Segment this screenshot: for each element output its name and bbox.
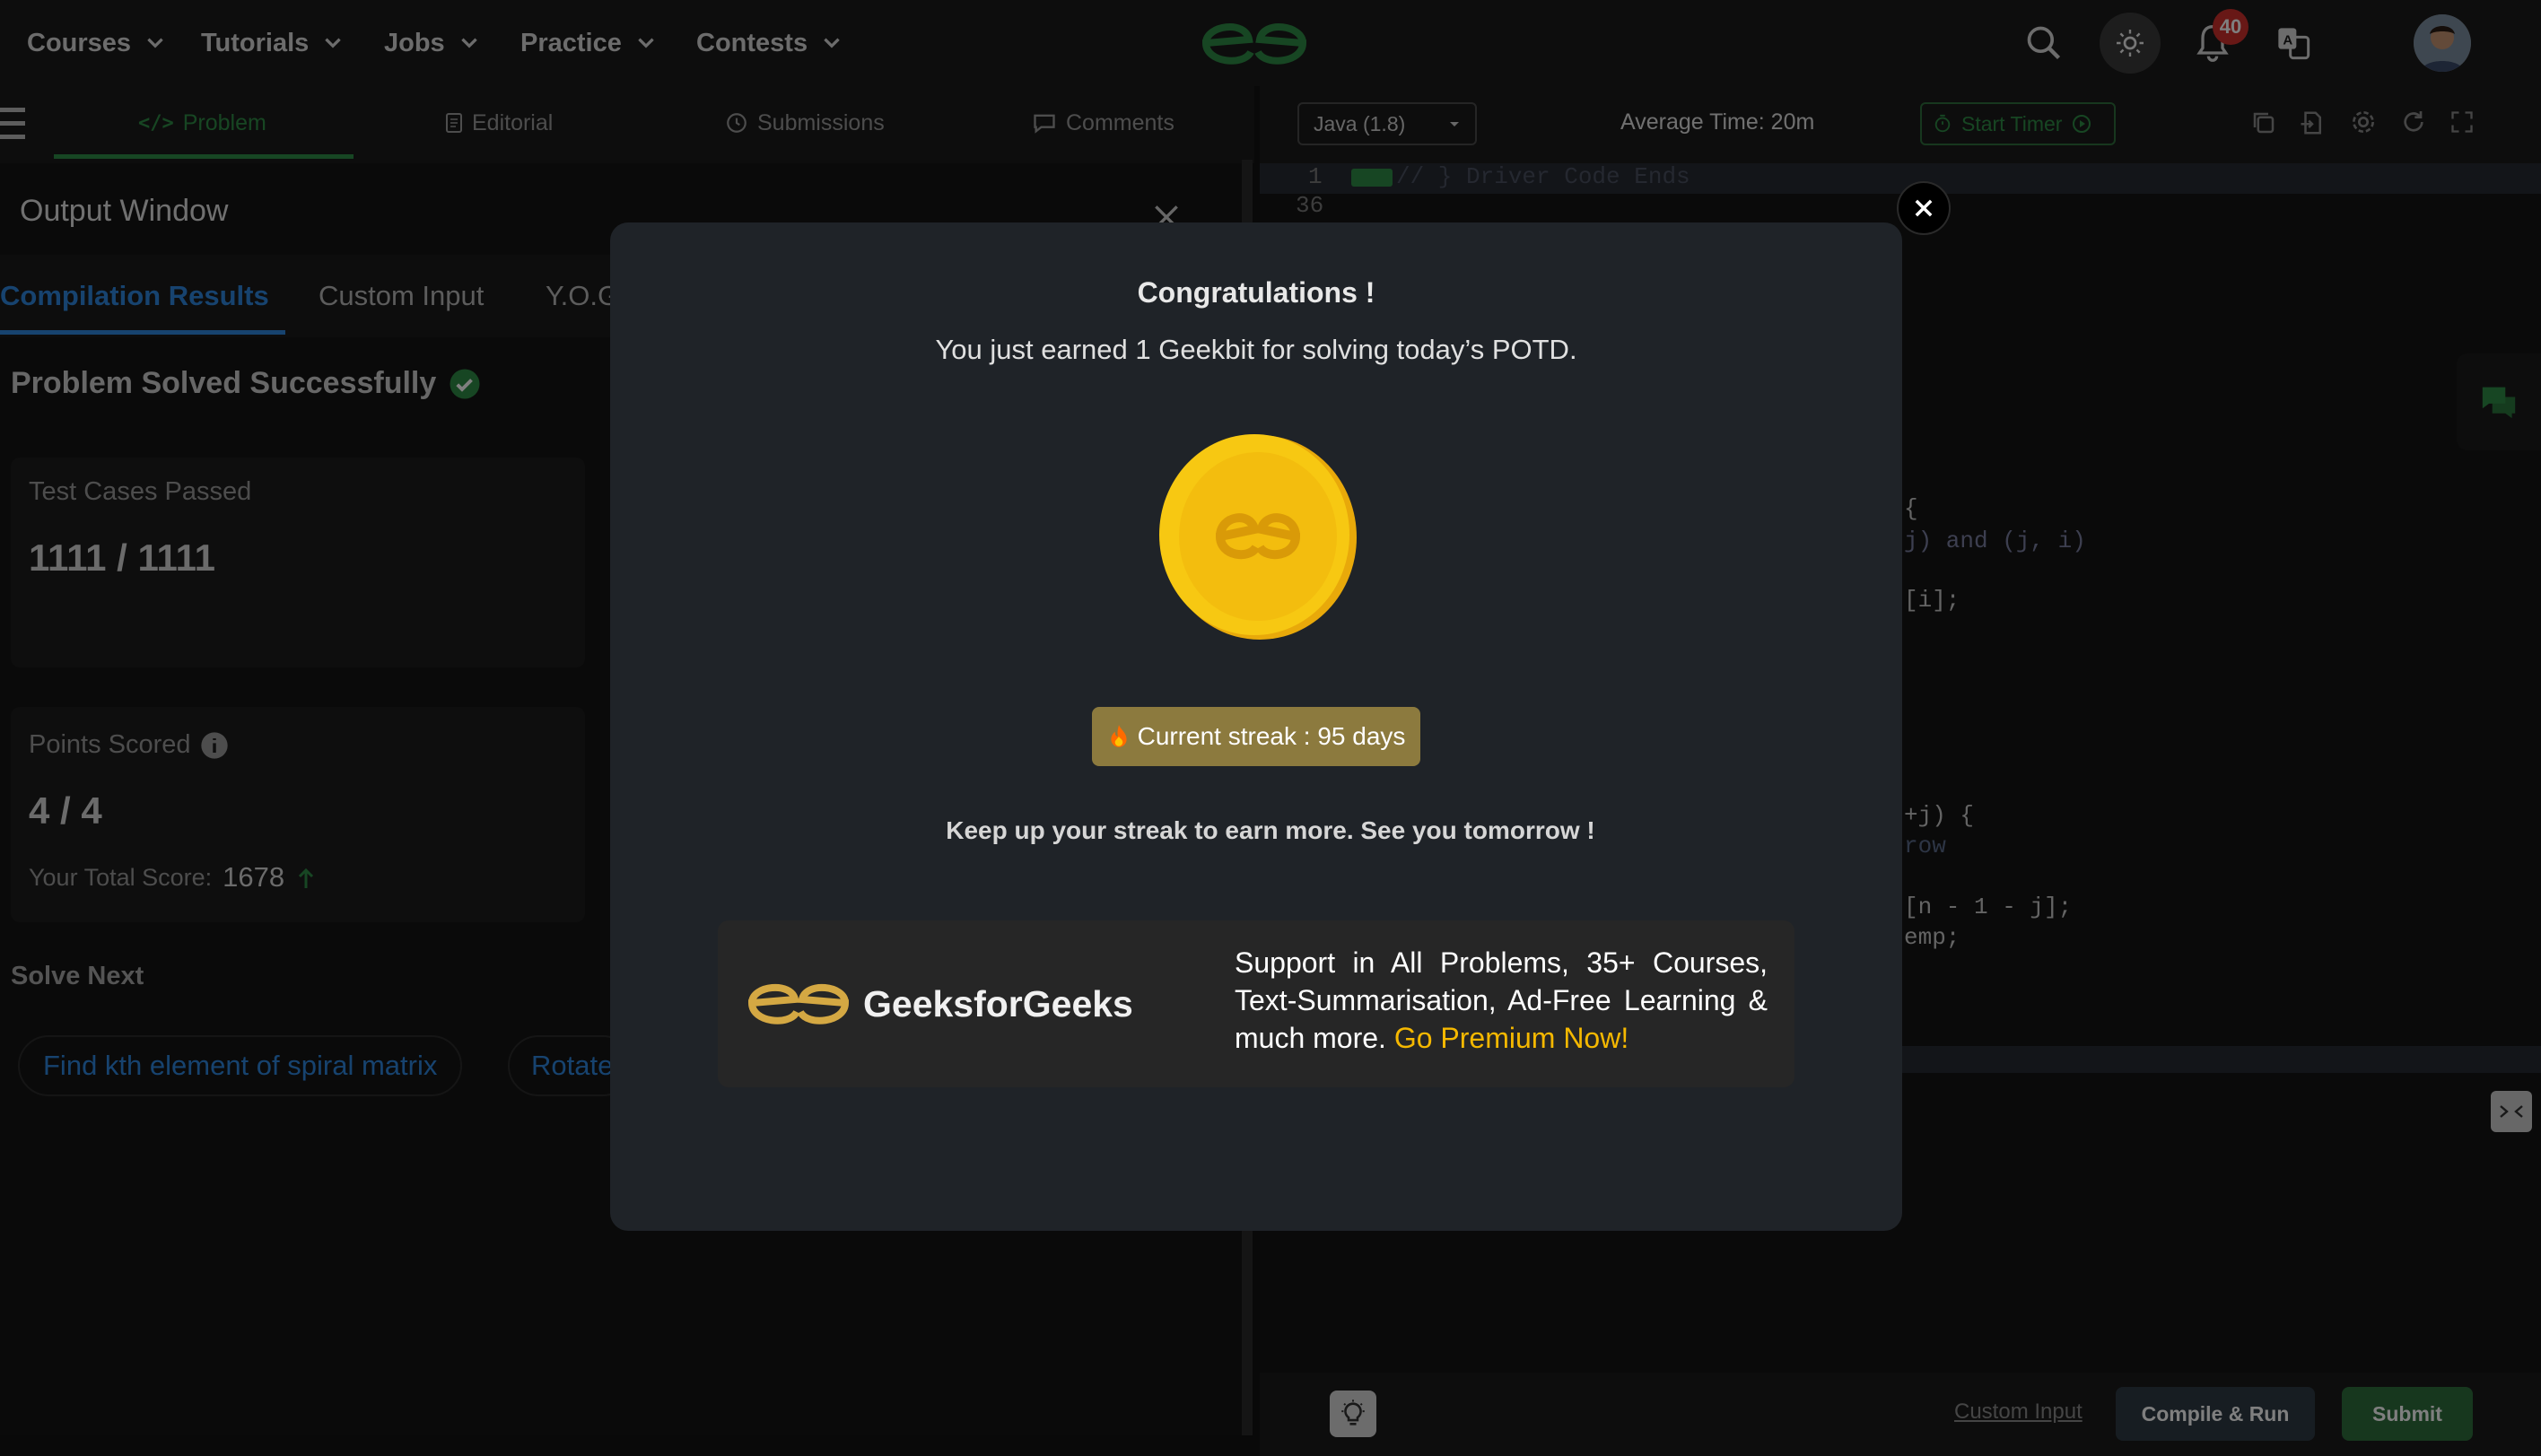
close-icon (1915, 199, 1933, 217)
geekbit-coin-icon (1159, 434, 1357, 640)
premium-text-block: Support in All Problems, 35+ Courses, Te… (1235, 944, 1768, 1057)
modal-message: Keep up your streak to earn more. See yo… (946, 816, 1595, 844)
fire-icon (1111, 725, 1127, 747)
streak-text: Current streak : 95 days (1137, 722, 1406, 750)
modal-subtitle: You just earned 1 Geekbit for solving to… (935, 334, 1577, 365)
go-premium-link[interactable]: Go Premium Now! (1394, 1022, 1629, 1054)
brand-name: GeeksforGeeks (863, 983, 1133, 1024)
streak-badge: Current streak : 95 days (1092, 707, 1420, 766)
gfg-brand-logo-icon (747, 984, 850, 1024)
modal-close-button[interactable] (1897, 181, 1951, 235)
modal-title: Congratulations ! (1137, 276, 1375, 309)
